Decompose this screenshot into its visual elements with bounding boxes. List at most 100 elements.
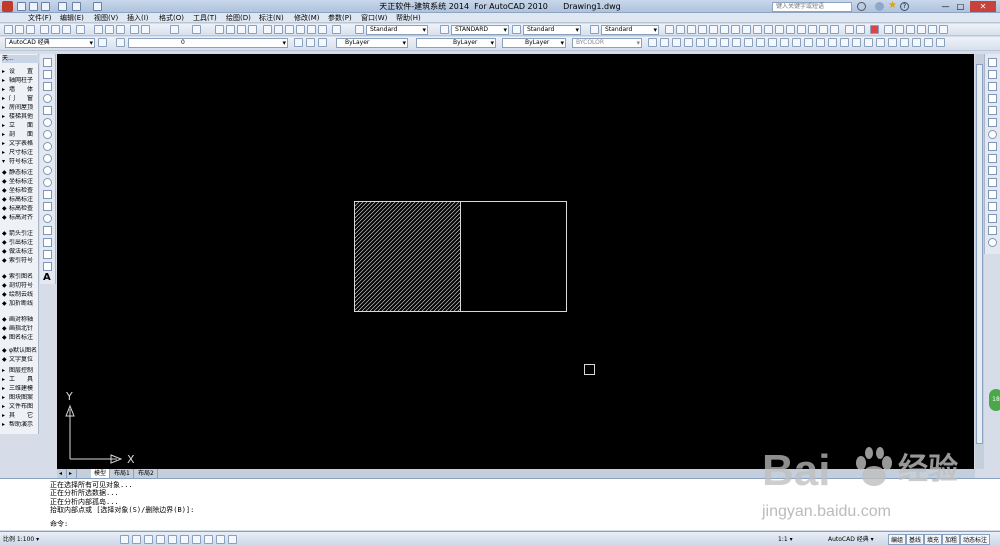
- scale-icon[interactable]: [988, 142, 997, 151]
- publish-icon[interactable]: [62, 25, 71, 34]
- status-toggle-group[interactable]: 编组: [888, 534, 907, 545]
- dim-style-select[interactable]: STANDARD: [451, 25, 509, 35]
- screen-menu-item[interactable]: ▸ 墙 体: [2, 86, 39, 94]
- screen-menu-item[interactable]: ◆ 文字复位: [2, 356, 39, 364]
- menu-edit[interactable]: 编辑(E): [60, 13, 84, 23]
- revcloud-icon[interactable]: [43, 142, 52, 151]
- workspace-settings-icon[interactable]: [98, 38, 107, 47]
- dim-tool-14-icon[interactable]: [804, 38, 813, 47]
- zoom-window-icon[interactable]: [237, 25, 246, 34]
- toolbar-tool-g-icon[interactable]: [731, 25, 740, 34]
- osnap-icon[interactable]: [168, 535, 177, 544]
- toolbar-tool-d-icon[interactable]: [698, 25, 707, 34]
- screen-menu-item[interactable]: ▸ 三维建模: [2, 385, 39, 393]
- lineweight-select[interactable]: ByLayer: [502, 38, 566, 48]
- paste-icon[interactable]: [116, 25, 125, 34]
- screen-menu-item[interactable]: ◆ 索引符号: [2, 257, 39, 265]
- dim-tool-13-icon[interactable]: [792, 38, 801, 47]
- screen-menu-item[interactable]: ◆ 标高对齐: [2, 214, 39, 222]
- vertical-scrollbar[interactable]: [975, 54, 984, 469]
- dim-tool-3-icon[interactable]: [672, 38, 681, 47]
- screen-menu-item[interactable]: ◆ 标高检查: [2, 205, 39, 213]
- screen-menu-item[interactable]: ▸ 工 具: [2, 376, 39, 384]
- move-icon[interactable]: [988, 118, 997, 127]
- save-icon[interactable]: [26, 25, 35, 34]
- status-toggle-fill[interactable]: 填充: [924, 534, 943, 545]
- screen-menu-item[interactable]: ◆ 做法标注: [2, 248, 39, 256]
- menu-view[interactable]: 视图(V): [94, 13, 118, 23]
- rectangle-icon[interactable]: [43, 106, 52, 115]
- toolbar-tool-i-icon[interactable]: [753, 25, 762, 34]
- tool-palettes-icon[interactable]: [285, 25, 294, 34]
- toolbar-tool-r-icon[interactable]: [856, 25, 865, 34]
- chamfer-icon[interactable]: [988, 226, 997, 235]
- otrack-icon[interactable]: [180, 535, 189, 544]
- cut-icon[interactable]: [94, 25, 103, 34]
- toolbar-tool-p-icon[interactable]: [830, 25, 839, 34]
- open-icon[interactable]: [15, 25, 24, 34]
- screen-menu-item[interactable]: ◆ 箭头引注: [2, 230, 39, 238]
- toolbar-tool-x-icon[interactable]: [939, 25, 948, 34]
- extend-icon[interactable]: [988, 178, 997, 187]
- gradient-icon[interactable]: [43, 238, 52, 247]
- toolbar-tool-v-icon[interactable]: [917, 25, 926, 34]
- screen-menu-item[interactable]: ◆ φ默认图名: [2, 347, 39, 355]
- sheet-set-icon[interactable]: [296, 25, 305, 34]
- dim-tool-18-icon[interactable]: [852, 38, 861, 47]
- qp-icon[interactable]: [228, 535, 237, 544]
- ducs-icon[interactable]: [192, 535, 201, 544]
- markup-icon[interactable]: [307, 25, 316, 34]
- toolbar-tool-m-icon[interactable]: [797, 25, 806, 34]
- help-icon[interactable]: ?: [900, 2, 909, 11]
- point-icon[interactable]: [43, 214, 52, 223]
- construction-line-icon[interactable]: [43, 70, 52, 79]
- search-icon[interactable]: [857, 2, 866, 11]
- toolbar-tool-q-icon[interactable]: [845, 25, 854, 34]
- quickcalc-icon[interactable]: [318, 25, 327, 34]
- screen-menu-item[interactable]: ◆ 画指北针: [2, 325, 39, 333]
- dim-tool-12-icon[interactable]: [780, 38, 789, 47]
- tab-model[interactable]: 模型: [91, 469, 111, 478]
- make-current-layer-icon[interactable]: [294, 38, 303, 47]
- dim-tool-22-icon[interactable]: [900, 38, 909, 47]
- polyline-icon[interactable]: [43, 82, 52, 91]
- screen-menu-item[interactable]: ▸ 房间屋顶: [2, 104, 39, 112]
- fillet-icon[interactable]: [988, 238, 997, 247]
- status-toggle-bold[interactable]: 加粗: [942, 534, 961, 545]
- layer-manager-icon[interactable]: [116, 38, 125, 47]
- toolbar-tool-t-icon[interactable]: [895, 25, 904, 34]
- screen-menu-item[interactable]: ◆ 加折断线: [2, 300, 39, 308]
- menu-format[interactable]: 格式(O): [159, 13, 184, 23]
- workspace-select[interactable]: AutoCAD 经典: [5, 38, 95, 48]
- dim-tool-8-icon[interactable]: [732, 38, 741, 47]
- red-car-icon[interactable]: [870, 25, 879, 34]
- menu-insert[interactable]: 插入(I): [127, 13, 149, 23]
- mleader-style-select[interactable]: Standard: [601, 25, 659, 35]
- region-icon[interactable]: [43, 250, 52, 259]
- toolbar-tool-h-icon[interactable]: [742, 25, 751, 34]
- text-style-select[interactable]: Standard: [366, 25, 428, 35]
- dim-tool-1-icon[interactable]: [648, 38, 657, 47]
- preview-icon[interactable]: [51, 25, 60, 34]
- mleader-style-icon[interactable]: [590, 25, 599, 34]
- toolbar-tool-b-icon[interactable]: [676, 25, 685, 34]
- toolbar-tool-u-icon[interactable]: [906, 25, 915, 34]
- scroll-thumb[interactable]: [976, 64, 983, 444]
- copy-object-icon[interactable]: [988, 70, 997, 79]
- screen-menu-item[interactable]: ▸ 轴网柱子: [2, 77, 39, 85]
- floating-badge[interactable]: 18: [989, 389, 1000, 411]
- menu-parametric[interactable]: 参数(P): [328, 13, 352, 23]
- layer-state-icon[interactable]: [318, 38, 327, 47]
- undo-icon[interactable]: [170, 25, 179, 34]
- menu-dimension[interactable]: 标注(N): [259, 13, 284, 23]
- screen-menu-item[interactable]: ▸ 设 置: [2, 68, 39, 76]
- menu-window[interactable]: 窗口(W): [361, 13, 387, 23]
- tab-layout2[interactable]: 布局2: [135, 469, 158, 478]
- block-editor-icon[interactable]: [141, 25, 150, 34]
- screen-menu-item[interactable]: ▸ 其 它: [2, 412, 39, 420]
- minimize-button[interactable]: —: [940, 1, 951, 12]
- screen-menu-item[interactable]: ◆ 坐标检查: [2, 187, 39, 195]
- lwt-icon[interactable]: [216, 535, 225, 544]
- properties-icon[interactable]: [263, 25, 272, 34]
- toolbar-tool-o-icon[interactable]: [819, 25, 828, 34]
